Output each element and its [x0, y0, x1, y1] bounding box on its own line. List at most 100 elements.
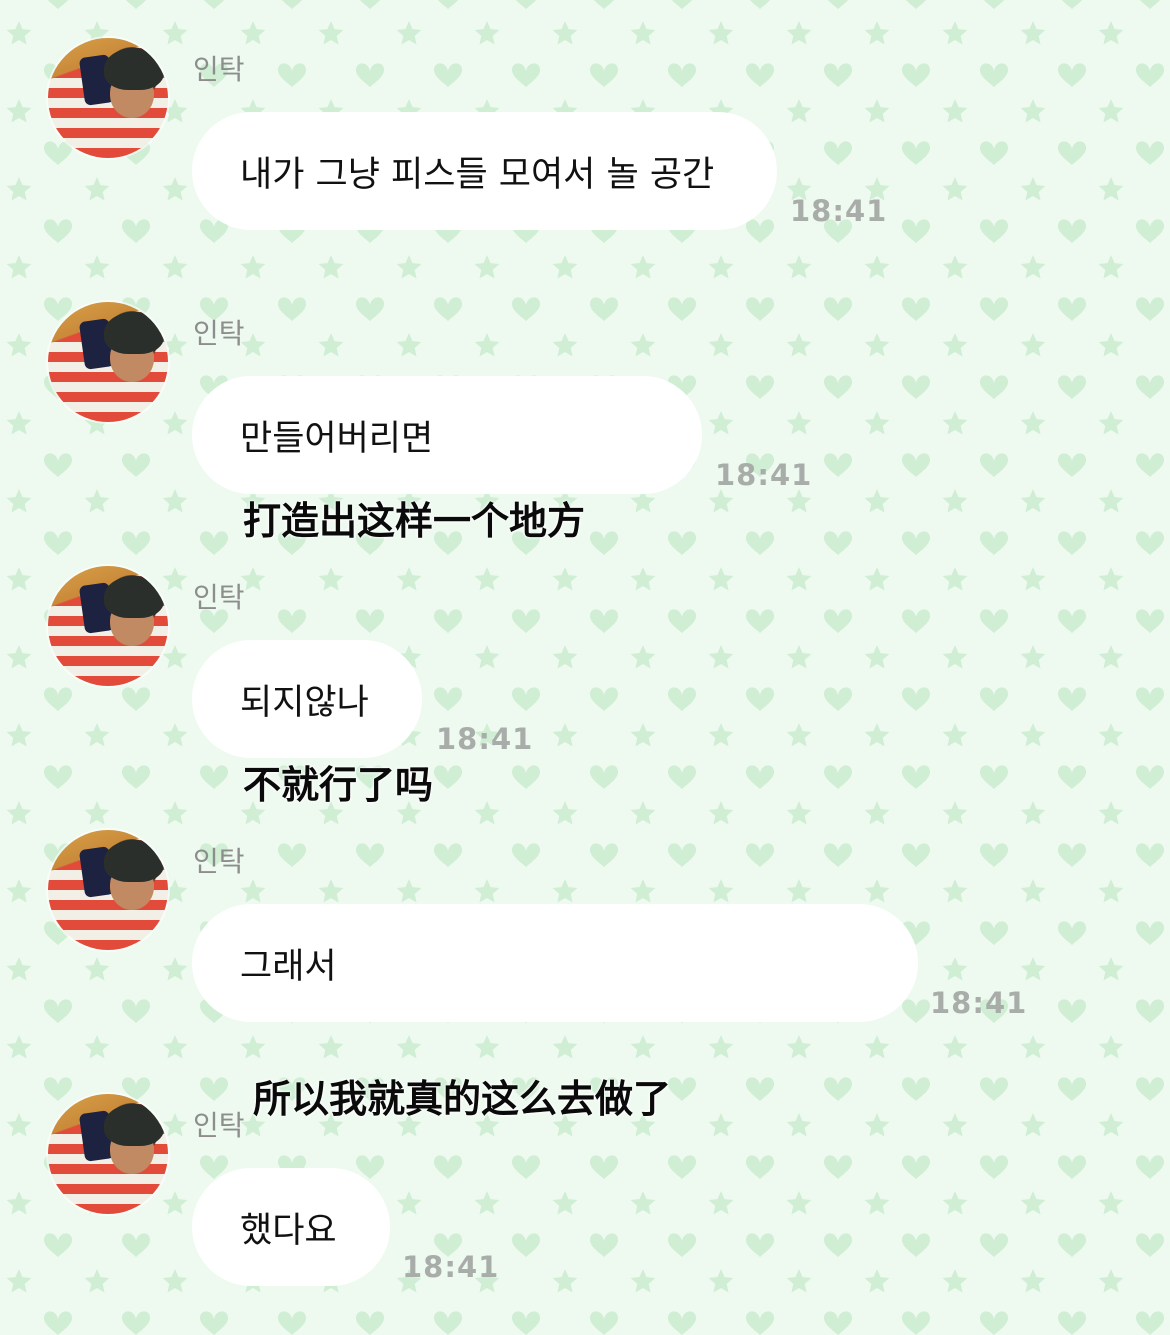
heart-icon [1136, 219, 1164, 243]
star-icon [474, 567, 500, 591]
heart-icon [1058, 843, 1086, 867]
star-icon [786, 99, 812, 123]
heart-icon [1136, 297, 1164, 321]
avatar[interactable] [48, 1094, 168, 1214]
heart-icon [668, 687, 696, 711]
heart-icon [746, 531, 774, 555]
message-text: 그래서 [240, 946, 337, 987]
message-bubble[interactable]: 그래서 [192, 904, 918, 1022]
heart-icon [515, 0, 537, 9]
heart-icon [1136, 999, 1164, 1023]
heart-icon [980, 531, 1008, 555]
heart-icon [512, 63, 540, 87]
heart-icon [824, 1311, 852, 1335]
avatar[interactable] [48, 830, 168, 950]
star-icon [708, 723, 734, 747]
star-icon [552, 1035, 578, 1059]
star-icon [474, 1035, 500, 1059]
message-bubble[interactable]: 만들어버리면 [192, 376, 702, 494]
heart-icon [1058, 1311, 1086, 1335]
star-icon [552, 879, 578, 903]
heart-icon [512, 1311, 540, 1335]
heart-icon [590, 297, 618, 321]
star-icon [162, 177, 188, 201]
heart-icon [980, 63, 1008, 87]
message-time: 18:41 [436, 722, 534, 756]
star-icon [786, 879, 812, 903]
star-icon [474, 333, 500, 357]
heart-icon [824, 375, 852, 399]
star-icon [708, 1191, 734, 1215]
heart-icon [980, 765, 1008, 789]
avatar[interactable] [48, 566, 168, 686]
heart-icon [1058, 531, 1086, 555]
avatar[interactable] [48, 302, 168, 422]
star-icon [474, 801, 500, 825]
message-bubble[interactable]: 되지않나 [192, 640, 422, 758]
heart-icon [44, 687, 72, 711]
heart-icon [1058, 1233, 1086, 1257]
heart-icon [44, 1311, 72, 1335]
star-icon [786, 255, 812, 279]
heart-icon [746, 219, 774, 243]
star-icon [162, 1269, 188, 1293]
heart-icon [512, 1155, 540, 1179]
star-icon [6, 411, 32, 435]
heart-icon [200, 765, 228, 789]
star-icon [162, 801, 188, 825]
heart-icon [356, 63, 384, 87]
heart-icon [278, 297, 306, 321]
star-icon [864, 99, 890, 123]
heart-icon [902, 453, 930, 477]
star-icon [552, 333, 578, 357]
star-icon [942, 1035, 968, 1059]
heart-icon [44, 765, 72, 789]
star-icon [396, 21, 422, 45]
heart-icon [590, 1155, 618, 1179]
star-icon [162, 411, 188, 435]
heart-icon [359, 0, 381, 9]
star-icon [708, 255, 734, 279]
star-icon [1020, 801, 1046, 825]
heart-icon [590, 687, 618, 711]
star-icon [162, 1191, 188, 1215]
star-icon [1020, 333, 1046, 357]
star-icon [162, 567, 188, 591]
sender-name: 인탁 [193, 581, 245, 614]
avatar[interactable] [48, 38, 168, 158]
star-icon [630, 567, 656, 591]
star-icon [1020, 879, 1046, 903]
heart-icon [824, 297, 852, 321]
star-icon [396, 1035, 422, 1059]
star-icon [786, 801, 812, 825]
heart-icon [125, 0, 147, 9]
message-bubble[interactable]: 했다요 [192, 1168, 390, 1286]
star-icon [708, 879, 734, 903]
sender-name: 인탁 [193, 1109, 245, 1142]
star-icon [552, 1269, 578, 1293]
star-icon [942, 99, 968, 123]
star-icon [864, 1035, 890, 1059]
heart-icon [902, 63, 930, 87]
sender-name: 인탁 [193, 845, 245, 878]
heart-icon [824, 531, 852, 555]
heart-icon [434, 765, 462, 789]
sender-name: 인탁 [193, 53, 245, 86]
heart-icon [200, 1077, 228, 1101]
star-icon [1020, 99, 1046, 123]
message-bubble[interactable]: 내가 그냥 피스들 모여서 놀 공간 [192, 112, 777, 230]
heart-icon [122, 1233, 150, 1257]
star-icon [708, 1269, 734, 1293]
heart-icon [1136, 609, 1164, 633]
star-icon [318, 879, 344, 903]
star-icon [6, 333, 32, 357]
star-icon [84, 957, 110, 981]
star-icon [864, 879, 890, 903]
heart-icon [44, 1077, 72, 1101]
heart-icon [1058, 999, 1086, 1023]
heart-icon [902, 609, 930, 633]
star-icon [1098, 1113, 1124, 1137]
heart-icon [749, 0, 771, 9]
star-icon [864, 645, 890, 669]
star-icon [1098, 957, 1124, 981]
